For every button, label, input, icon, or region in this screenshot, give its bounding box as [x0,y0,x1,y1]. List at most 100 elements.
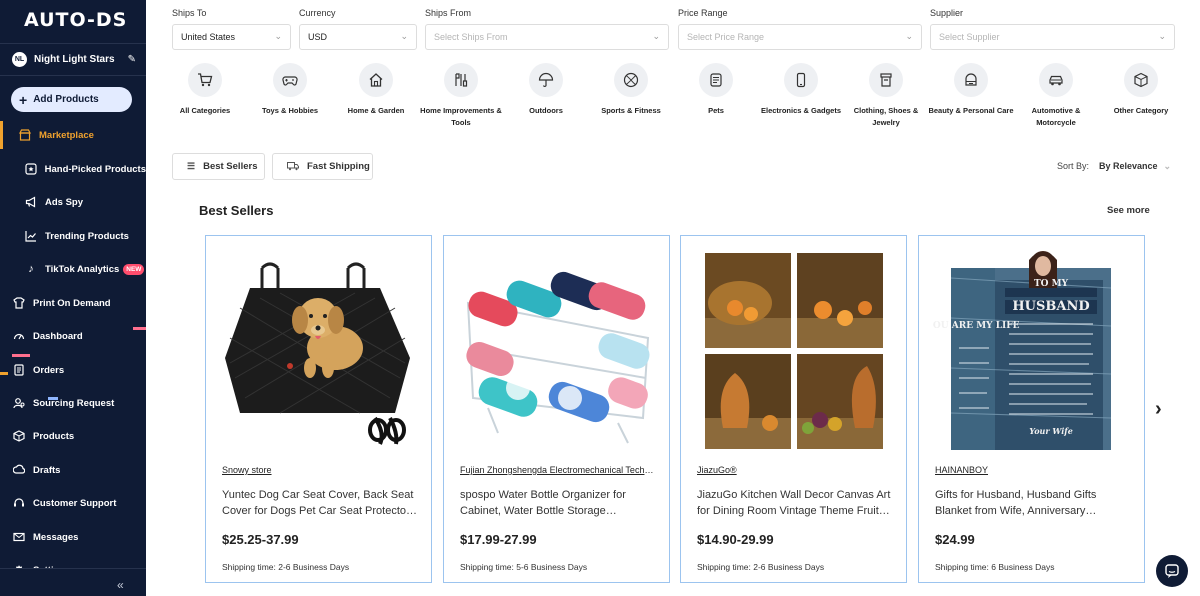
sidebar-item-orders[interactable]: Orders [0,356,146,384]
category-outdoors[interactable]: Outdoors [503,63,589,117]
product-store[interactable]: JiazuGo® [697,465,891,475]
supplier-select[interactable]: Select Supplier ⌄ [930,24,1175,50]
category-all[interactable]: All Categories [162,63,248,117]
sidebar-divider [0,568,146,569]
sidebar-item-drafts[interactable]: Drafts [0,456,146,484]
star-box-icon [24,162,38,176]
sidebar-item-messages[interactable]: Messages [0,523,146,551]
support-icon [12,496,26,510]
currency-select[interactable]: USD ⌄ [299,24,417,50]
chat-icon [1165,564,1179,578]
sidebar-item-tiktok[interactable]: ♪ TikTok Analytics NEW [0,255,146,283]
price-range-label: Price Range [678,8,728,18]
ships-to-label: Ships To [172,8,207,18]
sidebar-item-label: Orders [33,364,65,376]
ships-from-placeholder: Select Ships From [434,32,508,42]
product-card[interactable]: TO MY HUSBAND YOU ARE MY LIFE Your Wife … [918,235,1145,583]
product-price: $14.90-29.99 [697,532,774,547]
price-range-select[interactable]: Select Price Range ⌄ [678,24,922,50]
user-profile[interactable]: NL Night Light Stars ✎ [12,52,136,67]
sidebar-item-label: Customer Support [33,497,117,509]
product-image[interactable] [695,248,893,453]
supplier-placeholder: Select Supplier [939,32,1000,42]
category-clothing[interactable]: Clothing, Shoes & Jewelry [843,63,929,129]
section-title: Best Sellers [199,203,274,218]
product-title[interactable]: Yuntec Dog Car Seat Cover, Back Seat Cov… [222,487,418,519]
sidebar-item-label: Messages [33,531,79,543]
product-store[interactable]: HAINANBOY [935,465,1129,475]
category-toys[interactable]: Toys & Hobbies [247,63,333,117]
autods-logo[interactable]: AUTO-DS [24,9,127,31]
product-title[interactable]: spospo Water Bottle Organizer for Cabine… [460,487,656,519]
category-label: Home Improvements & Tools [420,106,502,127]
add-products-button[interactable]: + Add Products [11,87,132,112]
chat-button[interactable] [1156,555,1188,587]
product-image[interactable] [220,248,418,453]
pencil-icon[interactable]: ✎ [128,54,136,65]
product-image[interactable]: TO MY HUSBAND YOU ARE MY LIFE Your Wife [933,248,1131,453]
category-sports[interactable]: Sports & Fitness [588,63,674,117]
product-card[interactable]: JiazuGo® JiazuGo Kitchen Wall Decor Canv… [680,235,907,583]
phone-icon [784,63,818,97]
product-store[interactable]: Fujian Zhongshengda Electromechanical Te… [460,465,654,475]
box-icon [12,429,26,443]
sidebar-item-dashboard[interactable]: Dashboard [0,322,146,350]
ships-from-select[interactable]: Select Ships From ⌄ [425,24,669,50]
print-icon [12,296,26,310]
category-label: Home & Garden [347,106,405,115]
sidebar-item-ads-spy[interactable]: Ads Spy [0,188,146,216]
avatar: NL [12,52,27,67]
sidebar-item-support[interactable]: Customer Support [0,489,146,517]
blanket-name-text: HUSBAND [1012,299,1089,314]
chevron-right-icon[interactable]: › [1155,398,1162,421]
sidebar-item-print-on-demand[interactable]: Print On Demand [0,289,146,317]
currency-label: Currency [299,8,336,18]
sidebar-item-products[interactable]: Products [0,422,146,450]
category-electronics[interactable]: Electronics & Gadgets [758,63,844,117]
collapse-sidebar-icon[interactable]: « [117,578,124,592]
scroll-marker [133,327,146,330]
best-sellers-chip[interactable]: ☰ Best Sellers [172,153,265,180]
fast-shipping-chip[interactable]: Fast Shipping [272,153,373,180]
sidebar-divider [0,75,146,76]
price-range-placeholder: Select Price Range [687,32,765,42]
ships-to-value: United States [181,32,236,42]
product-card[interactable]: Snowy store Yuntec Dog Car Seat Cover, B… [205,235,432,583]
sort-by-select[interactable]: By Relevance ⌄ [1099,161,1171,172]
add-products-label: Add Products [33,94,99,105]
category-home-improvements[interactable]: Home Improvements & Tools [418,63,504,129]
sidebar-item-marketplace[interactable]: Marketplace [0,121,146,149]
product-card[interactable]: Fujian Zhongshengda Electromechanical Te… [443,235,670,583]
sidebar-item-label: Ads Spy [45,196,84,208]
sidebar-item-label: Hand-Picked Products [44,163,146,175]
truck-icon [287,161,299,173]
ball-icon [614,63,648,97]
sidebar-item-hand-picked[interactable]: Hand-Picked Products [0,155,146,183]
sidebar-item-label: Drafts [33,464,61,476]
category-pets[interactable]: Pets [673,63,759,117]
drafts-icon [12,463,26,477]
product-title[interactable]: JiazuGo Kitchen Wall Decor Canvas Art fo… [697,487,893,519]
sidebar-footer [0,568,146,596]
category-home-garden[interactable]: Home & Garden [333,63,419,117]
plus-icon: + [19,91,28,108]
chevron-down-icon: ⌄ [905,31,913,41]
category-other[interactable]: Other Category [1098,63,1184,117]
sidebar-item-trending[interactable]: Trending Products [0,222,146,250]
category-label: All Categories [179,106,231,115]
category-beauty[interactable]: Beauty & Personal Care [928,63,1014,117]
product-shipping: Shipping time: 2-6 Business Days [697,562,825,572]
category-automotive[interactable]: Automotive & Motorcycle [1013,63,1099,129]
shirt-icon [869,63,903,97]
sort-by-label: Sort By: [1057,161,1090,171]
product-title[interactable]: Gifts for Husband, Husband Gifts Blanket… [935,487,1131,519]
product-store[interactable]: Snowy store [222,465,416,475]
user-name: Night Light Stars [34,54,115,65]
chevron-down-icon: ⌄ [274,31,282,41]
see-more-link[interactable]: See more [1107,205,1150,216]
ships-to-select[interactable]: United States ⌄ [172,24,291,50]
chevron-down-icon: ⌄ [1163,161,1172,171]
sidebar-item-sourcing[interactable]: Sourcing Request [0,389,146,417]
category-label: Outdoors [529,106,563,115]
product-image[interactable] [458,248,656,453]
